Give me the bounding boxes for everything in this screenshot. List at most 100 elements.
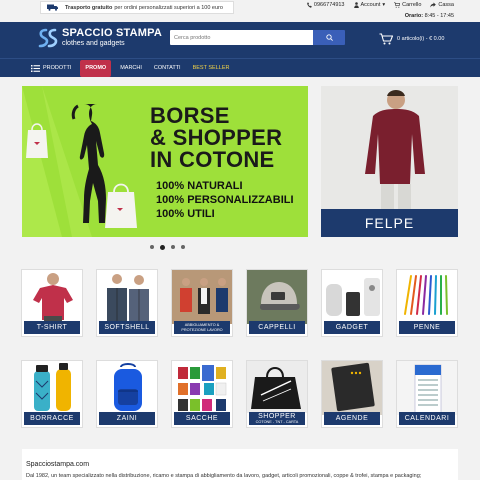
hero-title-line: BORSE [150,103,230,128]
hero-banner-felpe[interactable]: FELPE [321,86,458,237]
about-section: Spacciostampa.com Dal 1982, un team spec… [22,449,458,480]
chevron-down-icon: ▾ [382,2,386,8]
share-icon [430,2,437,8]
category-calendari[interactable]: CALENDARI [396,360,458,428]
list-menu-icon [31,64,40,72]
notebook-photo [322,361,382,415]
cart-icon [394,2,401,8]
pens-photo [404,275,448,315]
cart-label: Carrello [402,2,422,8]
man-in-sweater-photo [365,90,425,209]
shipping-bold-text: Trasporto gratuito [65,4,113,11]
category-gadget[interactable]: GADGET [321,269,383,337]
category-label: SHOPPER COTONE - TNT - CARTA [249,412,305,425]
nav-item-best-seller[interactable]: BEST SELLER [190,60,233,77]
softshell-photo [107,274,149,324]
hero-bullet: 100% PERSONALIZZABILI [156,194,294,206]
logo-subtitle: clothes and gadgets [62,40,125,47]
category-label: CAPPELLI [249,321,305,334]
site-header: SPACCIO STAMPA clothes and gadgets 0 art… [0,22,480,58]
truck-icon [47,4,58,11]
category-label: SACCHE [174,412,230,425]
category-label: GADGET [324,321,380,334]
hero-banner-borse[interactable]: BORSE & SHOPPER IN COTONE 100% NATURALI … [22,86,308,237]
account-label: Account [360,2,381,8]
about-title: Spacciostampa.com [26,461,90,468]
search-button[interactable] [313,30,345,45]
user-icon [353,2,359,8]
search-icon [325,34,333,41]
category-abbigliamento-lavoro[interactable]: ABBIGLIAMENTO & PROTEZIONE LAVORO [171,269,233,337]
category-label: ABBIGLIAMENTO & PROTEZIONE LAVORO [174,321,230,334]
carousel-dot[interactable] [150,245,154,249]
woman-silhouette-illustration [22,86,137,237]
phone-link[interactable]: 0966774913 [307,2,345,8]
felpe-label: FELPE [321,209,458,237]
phone-number: 0966774913 [313,2,345,8]
nav-label: PRODOTTI [43,65,72,71]
main-nav: PRODOTTI PROMO MARCHI CONTATTI BEST SELL… [0,58,480,77]
category-agende[interactable]: AGENDE [321,360,383,428]
site-logo[interactable]: SPACCIO STAMPA clothes and gadgets [37,28,162,48]
category-label: ZAINI [99,412,155,425]
category-zaini[interactable]: ZAINI [96,360,158,428]
hours-label: Orario: [404,13,424,19]
carousel-dots [150,244,185,250]
about-text: Dal 1982, un team specializzato nella di… [26,473,422,479]
logo-mark-icon [38,28,58,48]
nav-item-marchi[interactable]: MARCHI [117,60,145,77]
gadget-photo [326,278,380,316]
category-cappelli[interactable]: CAPPELLI [246,269,308,337]
logo-title: SPACCIO STAMPA [62,27,162,39]
category-label: SOFTSHELL [99,321,155,334]
header-cart[interactable]: 0 articolo(i) - € 0.00 [379,33,444,45]
category-label: AGENDE [324,412,380,425]
hero-bullet: 100% UTILI [156,208,215,220]
workwear-photo [172,270,232,324]
shopper-bag-photo [247,361,307,413]
cart-summary: 0 articolo(i) - € 0.00 [397,36,445,42]
calendar-photo [397,361,457,415]
shipping-text: per ordini personalizzati superiori a 10… [114,4,223,11]
account-menu[interactable]: Account ▾ [353,2,386,8]
carousel-dot[interactable] [181,245,185,249]
category-label-main: SHOPPER [258,413,296,420]
nav-item-prodotti[interactable]: PRODOTTI [28,60,74,77]
top-links: 0966774913 Account ▾ Carrello Cassa [307,2,454,8]
hero-bullets: 100% NATURALI 100% PERSONALIZZABILI 100%… [156,179,294,221]
phone-icon [307,2,312,8]
category-label: T-SHIRT [24,321,80,334]
cart-link[interactable]: Carrello [394,2,421,8]
category-softshell[interactable]: SOFTSHELL [96,269,158,337]
category-borracce[interactable]: BORRACCE [21,360,83,428]
cart-icon [379,33,393,45]
search-bar [170,30,345,45]
tshirt-photo [33,273,73,324]
checkout-label: Cassa [438,2,454,8]
category-label: CALENDARI [399,412,455,425]
checkout-link[interactable]: Cassa [430,2,454,8]
top-bar: Trasporto gratuito per ordini personaliz… [0,0,480,22]
backpack-photo [114,363,142,411]
hero-title: BORSE & SHOPPER IN COTONE [150,105,282,171]
hero-title-line: & SHOPPER [150,125,283,150]
cap-photo [247,270,307,324]
category-label: PENNE [399,321,455,334]
hero-bullet: 100% NATURALI [156,180,243,192]
hero-title-line: IN COTONE [150,147,275,172]
drawstring-bags-photo [178,365,227,411]
carousel-dot-active[interactable] [160,244,165,250]
category-tshirt[interactable]: T-SHIRT [21,269,83,337]
category-shopper[interactable]: SHOPPER COTONE - TNT - CARTA [246,360,308,428]
logo-text: SPACCIO STAMPA clothes and gadgets [62,28,162,48]
opening-hours: Orario: 8:45 - 17:45 [405,13,454,19]
category-sacche[interactable]: SACCHE [171,360,233,428]
category-label-sub: COTONE - TNT - CARTA [255,420,299,424]
shipping-banner: Trasporto gratuito per ordini personaliz… [40,1,234,14]
category-penne[interactable]: PENNE [396,269,458,337]
carousel-dot[interactable] [171,245,175,249]
nav-item-promo[interactable]: PROMO [80,59,112,77]
search-input[interactable] [170,30,313,45]
nav-item-contatti[interactable]: CONTATTI [151,60,184,77]
hours-value: 8:45 - 17:45 [424,13,454,19]
